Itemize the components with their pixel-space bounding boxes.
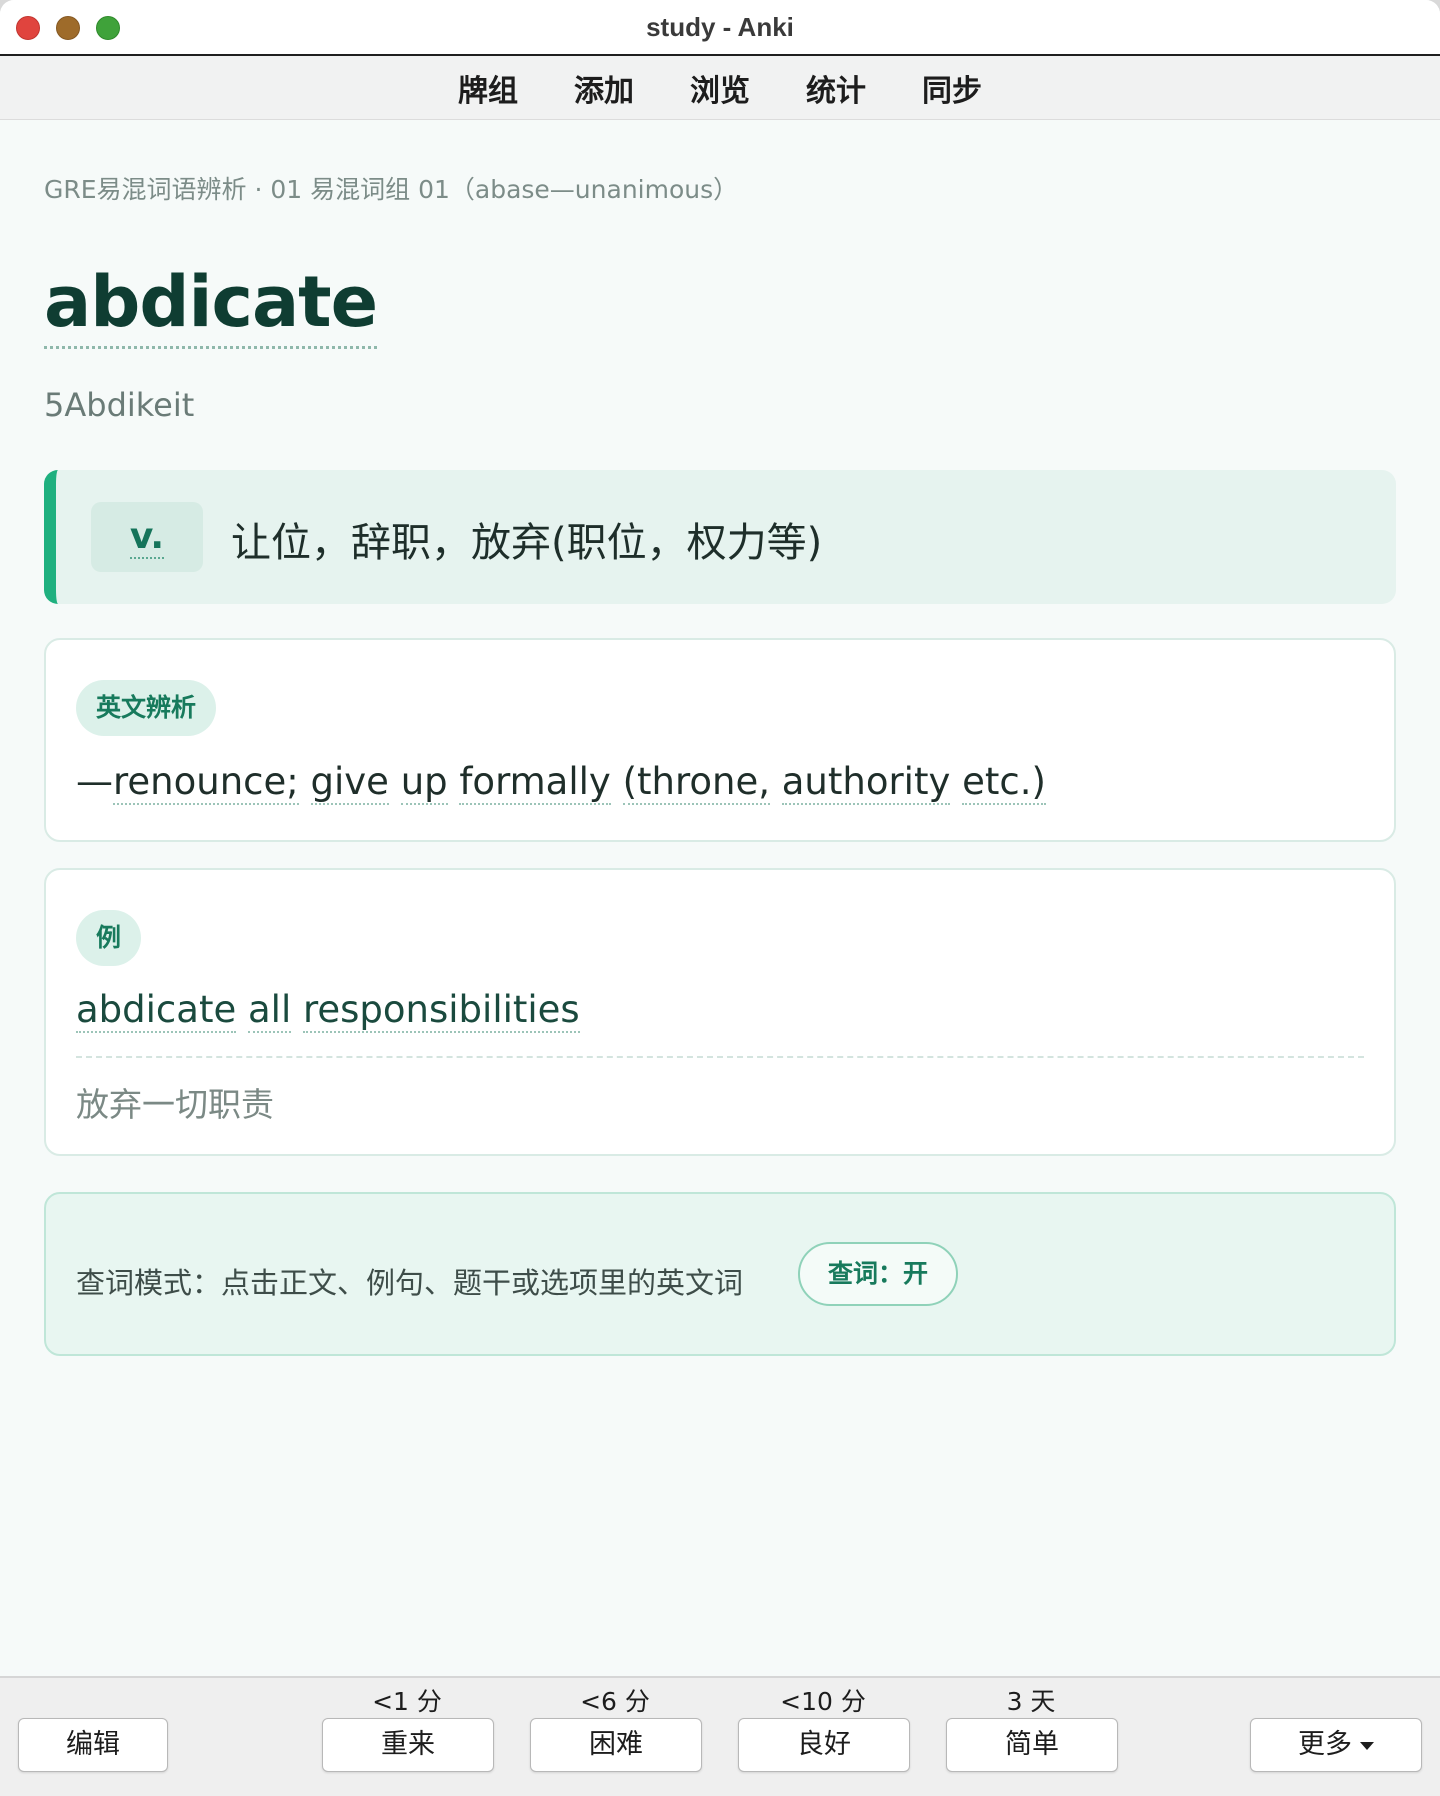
analysis-dash: — (76, 760, 113, 803)
hard-interval: <6 分 (580, 1687, 650, 1716)
phonetic: 5Abdikeit (44, 386, 195, 424)
analysis-word[interactable]: etc.) (962, 760, 1046, 805)
more-button[interactable]: 更多 (1250, 1718, 1422, 1772)
window-title: study - Anki (646, 12, 794, 42)
lookup-toggle-button[interactable]: 查词：开 (798, 1242, 958, 1306)
easy-button[interactable]: 简单 (946, 1718, 1118, 1772)
analysis-word[interactable]: authority (781, 760, 951, 805)
toolbar-stats[interactable]: 统计 (806, 66, 866, 110)
deck-path: GRE易混词语辨析 · 01 易混词组 01（abase—unanimous） (44, 175, 739, 204)
headword[interactable]: abdicate (44, 260, 378, 349)
good-interval: <10 分 (780, 1687, 866, 1716)
title-bar: study - Anki (0, 0, 1440, 56)
toolbar-sync[interactable]: 同步 (922, 66, 982, 110)
edit-button[interactable]: 编辑 (18, 1718, 168, 1772)
lookup-description: 查词模式：点击正文、例句、题干或选项里的英文词 (76, 1266, 744, 1300)
caret-down-icon (1360, 1741, 1374, 1750)
easy-interval: 3 天 (1006, 1687, 1056, 1716)
analysis-word[interactable]: give (310, 760, 389, 805)
analysis-word[interactable]: up (400, 760, 448, 805)
part-of-speech-label[interactable]: v. (129, 516, 165, 559)
again-interval: <1 分 (372, 1687, 442, 1716)
anki-window: study - Anki 牌组 添加 浏览 统计 同步 GRE易混词语辨析 · … (0, 0, 1440, 1796)
example-word[interactable]: responsibilities (302, 988, 580, 1033)
example-divider (76, 1056, 1364, 1058)
review-bottom-bar: 编辑 <1 分 重来 <6 分 困难 <10 分 良好 3 天 简单 更多 (0, 1676, 1440, 1796)
meaning-box: v. 让位，辞职，放弃(职位，权力等) (44, 470, 1396, 604)
toolbar-add[interactable]: 添加 (574, 66, 634, 110)
english-analysis-card: 英文辨析 —renounce; give up formally (throne… (44, 638, 1396, 842)
meaning-text: 让位，辞职，放弃(职位，权力等) (231, 520, 823, 566)
analysis-word[interactable]: formally (459, 760, 611, 805)
example-translation: 放弃一切职责 (76, 1085, 274, 1124)
example-tag: 例 (76, 910, 142, 966)
example-word[interactable]: abdicate (76, 988, 237, 1033)
toolbar-decks[interactable]: 牌组 (458, 66, 518, 110)
example-word[interactable]: all (247, 988, 292, 1033)
example-sentence: abdicate all responsibilities (76, 988, 580, 1033)
analysis-text: —renounce; give up formally (throne, aut… (76, 760, 1046, 805)
again-button[interactable]: 重来 (322, 1718, 494, 1772)
analysis-word[interactable]: renounce; (113, 760, 299, 805)
main-toolbar: 牌组 添加 浏览 统计 同步 (0, 56, 1440, 120)
analysis-tag: 英文辨析 (76, 680, 217, 736)
more-label: 更多 (1298, 1729, 1352, 1760)
hard-button[interactable]: 困难 (530, 1718, 702, 1772)
part-of-speech-badge[interactable]: v. (91, 502, 203, 572)
example-card: 例 abdicate all responsibilities 放弃一切职责 (44, 868, 1396, 1156)
analysis-word[interactable]: (throne, (622, 760, 770, 805)
good-button[interactable]: 良好 (738, 1718, 910, 1772)
toolbar-browse[interactable]: 浏览 (690, 66, 750, 110)
lookup-mode-box: 查词模式：点击正文、例句、题干或选项里的英文词 查词：开 (44, 1192, 1396, 1356)
